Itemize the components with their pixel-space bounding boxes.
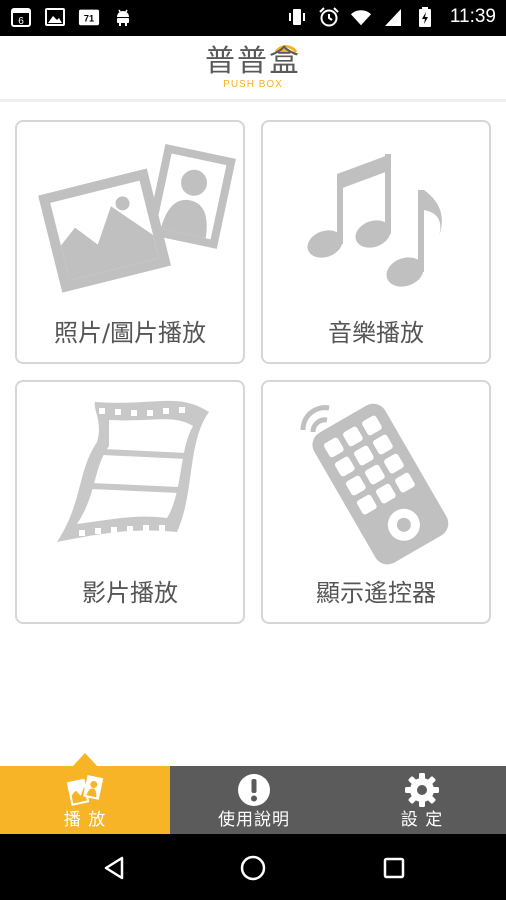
home-button[interactable] [233,848,273,888]
alarm-icon [318,6,340,28]
film-strip-icon [57,400,209,542]
tab-label: 設 定 [400,810,444,830]
remote-control-icon [300,403,449,565]
status-bar: 6 71 11:39 [0,0,506,36]
clock: 11:39 [449,6,496,27]
logo-title: 普普盒 [205,44,301,79]
tile-show-remote[interactable]: 顯示遙控器 [261,380,491,624]
back-button[interactable] [94,848,134,888]
app-header: 普普盒 PUSH BOX [0,36,506,102]
system-navigation-bar [0,834,506,900]
calendar-day: 6 [18,16,24,27]
logo-subtitle: PUSH BOX [223,79,283,90]
recents-icon [383,857,405,879]
signal-icon [382,6,404,28]
tile-photo-playback[interactable]: 照片/圖片播放 [15,120,245,364]
photos-icon [38,143,236,293]
wifi-icon [350,6,372,28]
battery-icon [414,6,436,28]
bottom-navigation: 播 放 使用說明 設 定 [0,766,506,834]
tab-label: 播 放 [63,810,107,830]
home-icon [240,855,266,881]
tile-music-playback[interactable]: 音樂播放 [261,120,491,364]
music-notes-icon [307,154,442,287]
info-exclamation-icon [238,774,270,806]
tile-label: 顯示遙控器 [316,579,436,607]
tile-label: 音樂播放 [328,319,424,347]
vibrate-icon [286,6,308,28]
tile-video-playback[interactable]: 影片播放 [15,380,245,624]
back-icon [104,856,124,880]
tab-instructions[interactable]: 使用說明 [170,766,338,834]
tab-settings[interactable]: 設 定 [338,766,506,834]
tile-label: 照片/圖片播放 [53,319,207,347]
android-icon [112,6,134,28]
active-tab-indicator [73,753,97,766]
play-cards-icon [66,775,104,806]
app-logo: 普普盒 PUSH BOX [0,46,506,91]
notification-badge: 71 [84,14,94,24]
recents-button[interactable] [374,848,414,888]
gear-icon [405,773,439,807]
tab-label: 使用說明 [218,810,290,830]
gallery-icon [44,6,66,28]
tile-label: 影片播放 [82,579,178,607]
tab-play[interactable]: 播 放 [0,766,170,834]
calendar-icon: 6 [10,6,32,28]
calendar-71-icon: 71 [78,6,100,28]
